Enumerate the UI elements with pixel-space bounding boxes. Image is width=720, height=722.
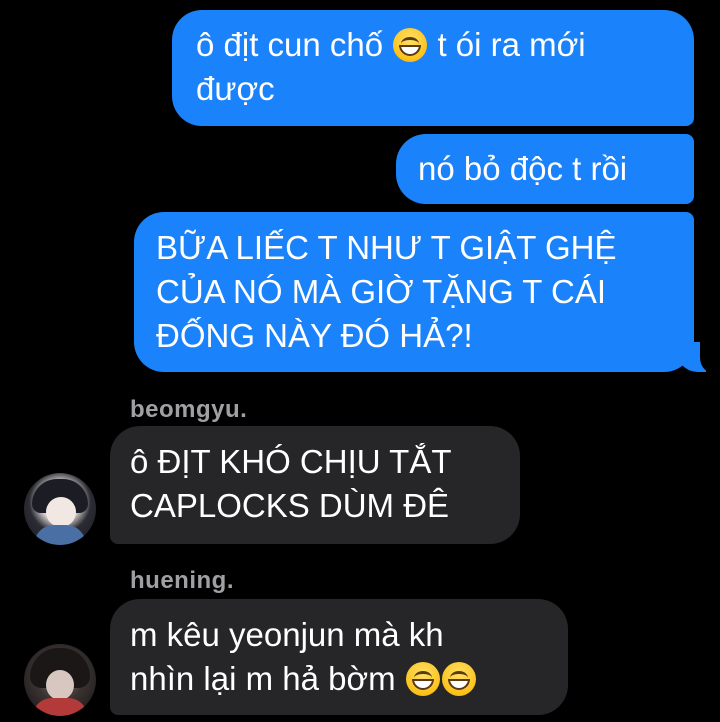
avatar[interactable] [24, 644, 96, 716]
message-text: ô địt cun chố [196, 26, 393, 63]
avatar-face [46, 670, 74, 700]
message-text: CỦA NÓ MÀ GIỜ TẶNG T CÁI [156, 273, 607, 310]
outgoing-message-1[interactable]: ô địt cun chố t ói ra mới được [172, 10, 694, 126]
grinning-face-icon [441, 662, 476, 696]
outgoing-message-2[interactable]: nó bỏ độc t rồi [396, 134, 694, 204]
message-text: nhìn lại m hả bờm [130, 660, 405, 697]
message-text: CAPLOCKS DÙM ĐÊ [130, 487, 450, 524]
bubble-tail-mask [700, 334, 720, 374]
message-text: nó bỏ độc t rồi [418, 150, 628, 187]
message-text: t ói ra mới [428, 26, 586, 63]
message-text: được [196, 70, 275, 107]
avatar-face [46, 497, 76, 527]
message-text: m kêu yeonjun mà kh [130, 616, 444, 653]
avatar-shirt [32, 698, 88, 716]
chat-thread: ô địt cun chố t ói ra mới được nó bỏ độc … [0, 0, 720, 722]
grinning-face-icon [405, 662, 440, 696]
incoming-message-2[interactable]: m kêu yeonjun mà kh nhìn lại m hả bờm [110, 599, 568, 715]
avatar[interactable] [24, 473, 96, 545]
message-text: BỮA LIẾC T NHƯ T GIẬT GHỆ [156, 229, 617, 266]
avatar-shirt [34, 525, 86, 545]
sender-name: huening. [130, 567, 234, 594]
incoming-message-1[interactable]: ô ĐỊT KHÓ CHỊU TẮT CAPLOCKS DÙM ĐÊ [110, 426, 520, 544]
message-text: ô ĐỊT KHÓ CHỊU TẮT [130, 443, 452, 480]
outgoing-message-3[interactable]: BỮA LIẾC T NHƯ T GIẬT GHỆ CỦA NÓ MÀ GIỜ T… [134, 212, 694, 372]
grinning-face-icon [393, 28, 428, 62]
sender-name: beomgyu. [130, 396, 248, 423]
message-text: ĐỐNG NÀY ĐÓ HẢ?! [156, 317, 473, 354]
